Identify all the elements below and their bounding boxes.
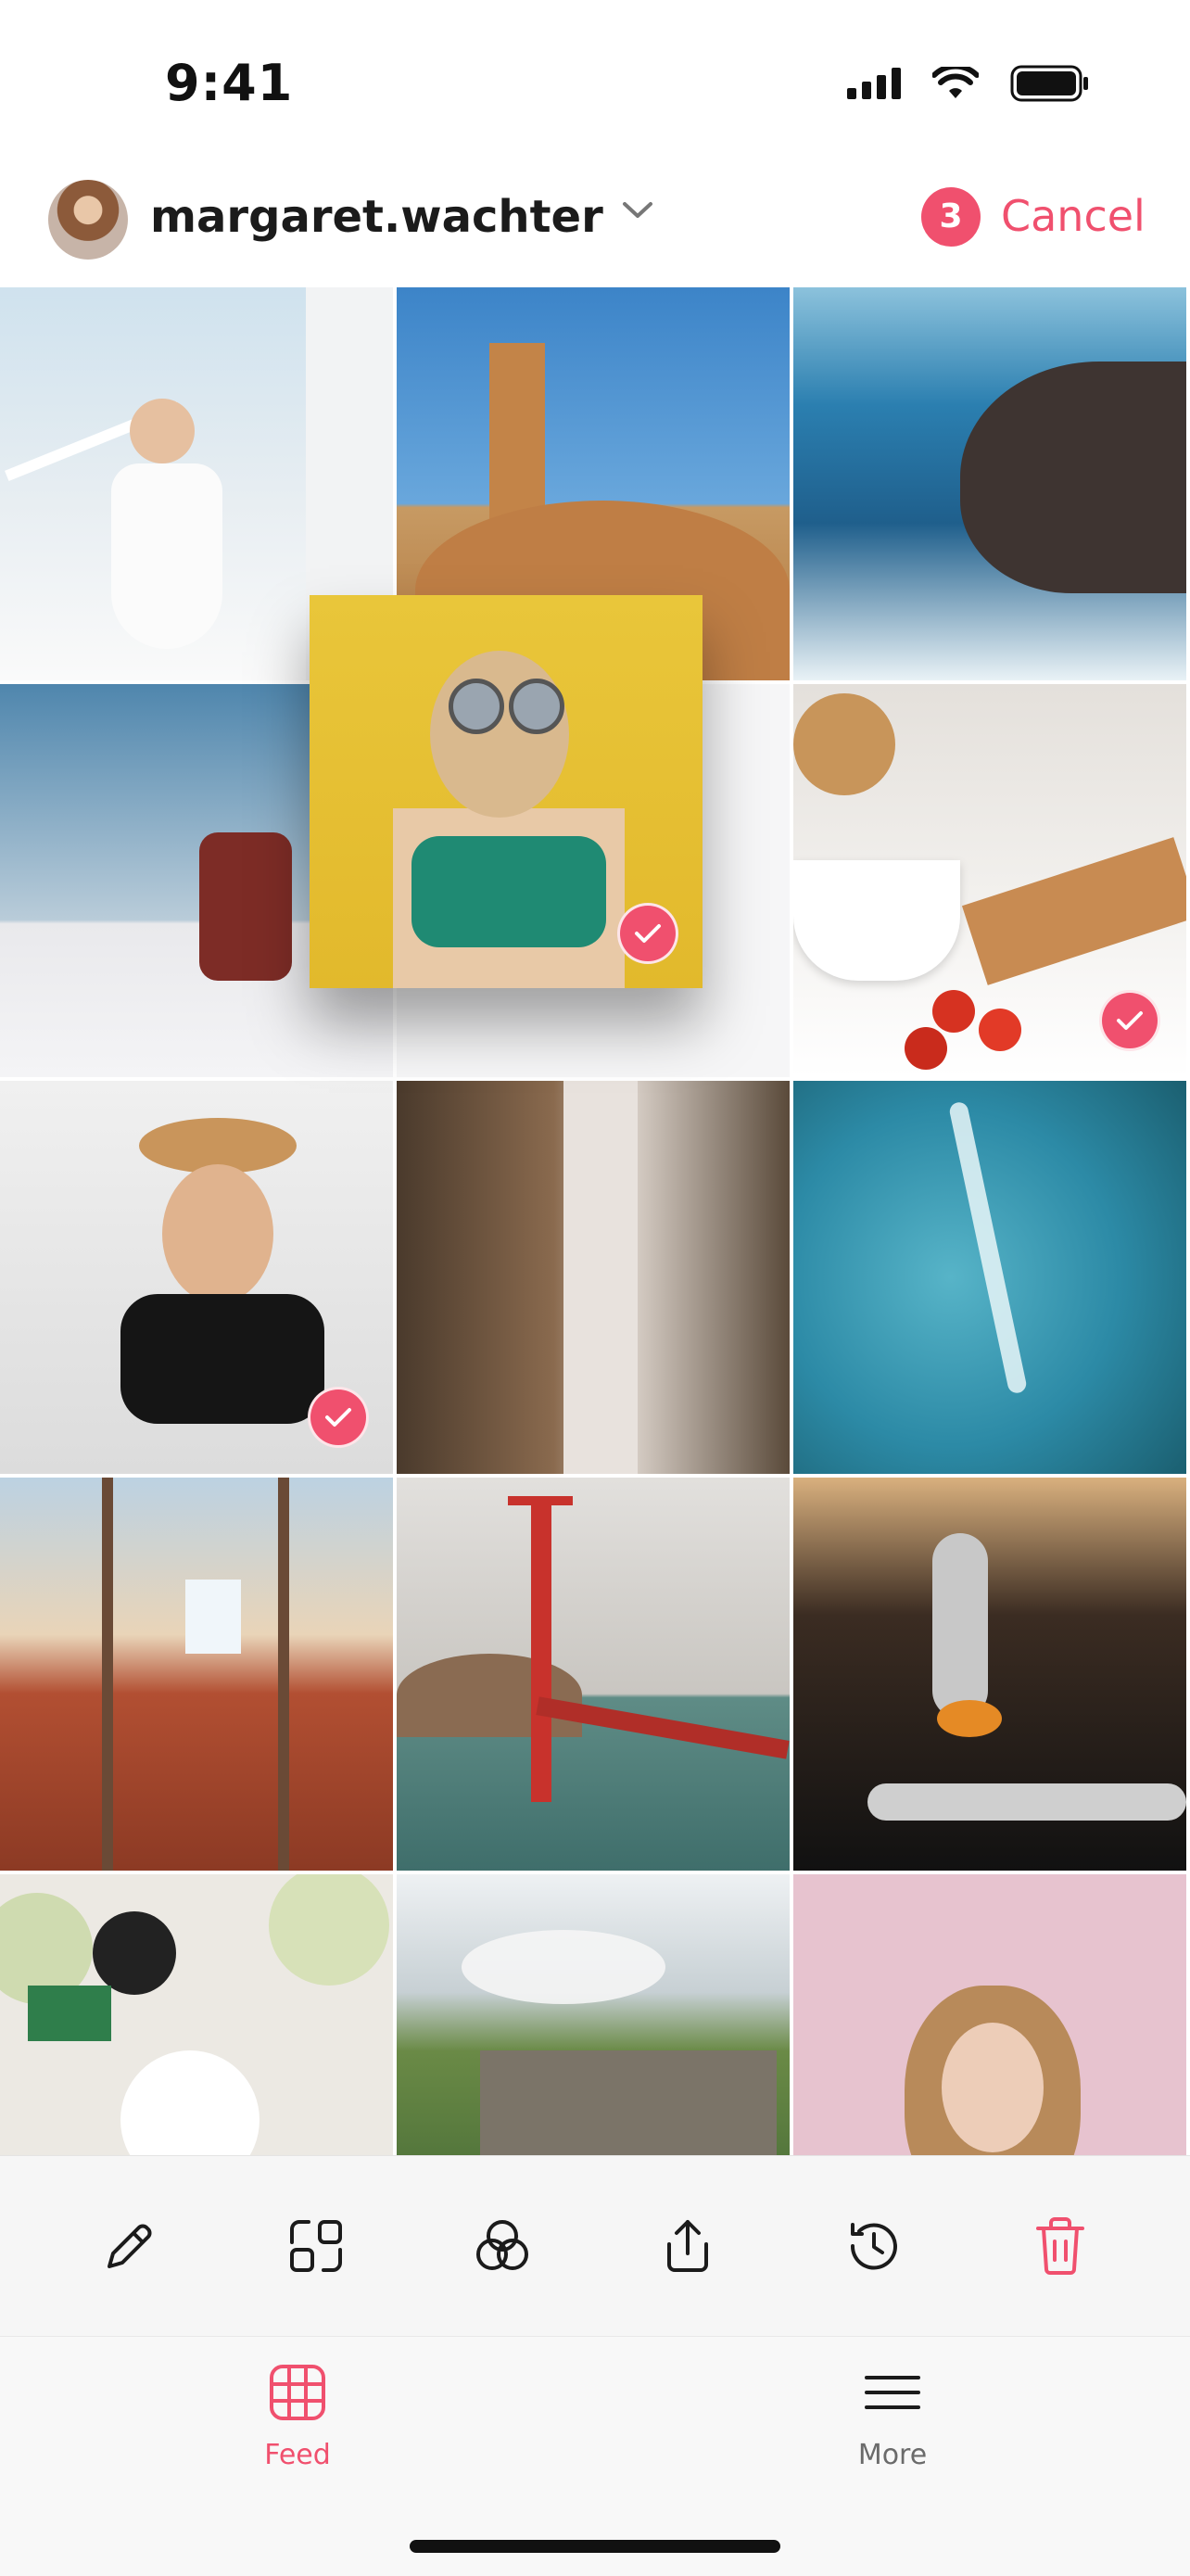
- grid-photo-food-table[interactable]: [0, 1874, 393, 2155]
- selected-check-icon[interactable]: [1099, 990, 1160, 1051]
- grid-icon: [270, 2365, 325, 2420]
- grid-photo-aerial-boat[interactable]: [793, 1081, 1186, 1474]
- selected-count-badge: 3: [921, 187, 981, 247]
- arrange-button[interactable]: [279, 2209, 353, 2283]
- filters-button[interactable]: [465, 2209, 539, 2283]
- avatar[interactable]: [48, 180, 128, 260]
- action-toolbar: [0, 2155, 1190, 2336]
- selected-check-icon[interactable]: [308, 1387, 369, 1448]
- grid-photo-woman-yellow-wall-dragging[interactable]: [310, 595, 703, 988]
- home-indicator: [410, 2540, 780, 2553]
- photo-grid: [0, 287, 1190, 2155]
- selected-check-icon[interactable]: [617, 903, 678, 964]
- grid-photo-train-viaduct[interactable]: [397, 1874, 790, 2155]
- share-icon: [667, 2220, 709, 2272]
- chevron-down-icon[interactable]: [621, 200, 654, 221]
- wifi-icon: [932, 67, 979, 98]
- filters-icon: [475, 2220, 528, 2270]
- status-icons: [847, 65, 1090, 102]
- delete-icon: [1035, 2217, 1084, 2275]
- grid-photo-cooking-board[interactable]: [793, 684, 1186, 1077]
- edit-icon: [108, 2224, 152, 2268]
- edit-button[interactable]: [93, 2209, 167, 2283]
- grid-photo-woman-pink[interactable]: [793, 1874, 1186, 2155]
- grid-photo-roof-tiles[interactable]: [0, 1478, 393, 1871]
- account-username[interactable]: margaret.wachter: [150, 191, 603, 243]
- tab-more-label: More: [857, 2439, 928, 2471]
- status-time: 9:41: [165, 54, 294, 112]
- grid-photo-golden-gate[interactable]: [397, 1478, 790, 1871]
- grid-photo-ocean-rocks[interactable]: [793, 287, 1186, 680]
- battery-icon: [1010, 65, 1088, 102]
- tab-feed-label: Feed: [264, 2439, 331, 2471]
- history-icon: [850, 2223, 897, 2270]
- account-header: margaret.wachter 3 Cancel: [0, 167, 1190, 287]
- cancel-button[interactable]: Cancel: [1001, 191, 1146, 241]
- tab-feed[interactable]: Feed: [205, 2363, 390, 2471]
- menu-icon: [865, 2376, 920, 2409]
- status-bar: 9:41: [0, 0, 1190, 167]
- cellular-signal-icon: [847, 68, 901, 99]
- grid-photo-woman-straw-hat[interactable]: [0, 1081, 393, 1474]
- arrange-icon: [289, 2220, 342, 2272]
- grid-photo-vintage-car[interactable]: [793, 1478, 1186, 1871]
- share-button[interactable]: [651, 2209, 725, 2283]
- grid-photo-narrow-street[interactable]: [397, 1081, 790, 1474]
- history-button[interactable]: [837, 2209, 911, 2283]
- tab-more[interactable]: More: [800, 2363, 985, 2471]
- delete-button[interactable]: [1023, 2209, 1097, 2283]
